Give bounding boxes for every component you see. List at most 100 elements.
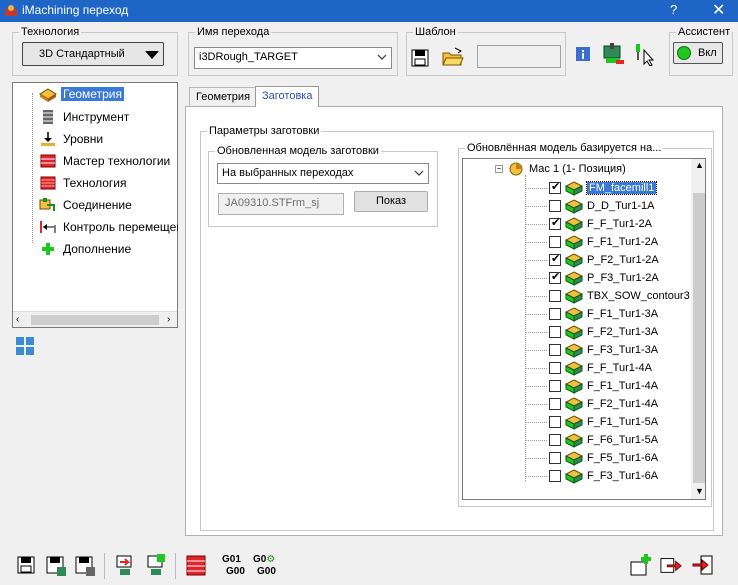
tree-hline	[525, 476, 547, 477]
based-on-item[interactable]: F_F3_Tur1-6A	[463, 467, 693, 485]
based-on-item[interactable]: F_F5_Tur1-6A	[463, 449, 693, 467]
open-folder-icon[interactable]	[441, 46, 465, 68]
info-icon[interactable]	[576, 47, 590, 61]
add-exit-icon[interactable]	[630, 553, 652, 577]
operation-icon	[565, 271, 583, 286]
scroll-left-icon[interactable]: ‹	[16, 314, 19, 325]
nav-item-levels[interactable]: Уровни	[13, 130, 178, 148]
item-checkbox[interactable]	[549, 452, 561, 464]
save-gcode-icon[interactable]	[74, 553, 96, 577]
based-on-item[interactable]: F_F_Tur1-2A	[463, 215, 693, 233]
nav-item-tool[interactable]: Инструмент	[13, 108, 178, 126]
technology-select[interactable]: 3D Стандартный	[22, 42, 164, 66]
based-on-item[interactable]: P_F3_Tur1-2A	[463, 269, 693, 287]
assistant-toggle[interactable]: Вкл	[673, 42, 723, 64]
based-on-item[interactable]: F_F3_Tur1-3A	[463, 341, 693, 359]
layout-grid-icon[interactable]	[16, 337, 34, 355]
item-checkbox[interactable]	[549, 470, 561, 482]
save-template-icon[interactable]	[410, 47, 432, 69]
item-checkbox[interactable]	[549, 362, 561, 374]
based-on-item[interactable]: FM_facemill1	[463, 179, 693, 197]
based-on-item[interactable]: F_F_Tur1-4A	[463, 359, 693, 377]
item-checkbox[interactable]	[549, 270, 561, 284]
nav-item-geometry[interactable]: Геометрия	[13, 86, 178, 104]
save-exit-icon[interactable]	[660, 553, 682, 577]
based-on-item[interactable]: D_D_Tur1-1A	[463, 197, 693, 215]
tool-cursor-icon[interactable]	[632, 42, 656, 66]
item-checkbox[interactable]	[549, 252, 561, 266]
based-on-item[interactable]: F_F2_Tur1-4A	[463, 395, 693, 413]
help-button[interactable]: ?	[670, 2, 677, 17]
operation-icon	[565, 253, 583, 268]
scroll-thumb[interactable]	[693, 193, 705, 483]
updated-model-mode-select[interactable]: На выбранных переходах	[217, 163, 429, 184]
operation-icon	[565, 433, 583, 448]
technology-label: Технология	[21, 26, 80, 38]
item-checkbox[interactable]	[549, 308, 561, 320]
nav-item-technology[interactable]: Технология	[13, 174, 178, 192]
technology-stack-icon[interactable]	[185, 553, 207, 577]
scroll-thumb[interactable]	[31, 315, 159, 325]
save-simulate-icon[interactable]	[145, 553, 167, 577]
item-checkbox[interactable]	[549, 398, 561, 410]
item-checkbox[interactable]	[549, 216, 561, 230]
based-on-item[interactable]: F_F1_Tur1-3A	[463, 305, 693, 323]
scroll-up-icon[interactable]: ▲	[695, 160, 704, 170]
scroll-right-icon[interactable]: ›	[167, 314, 170, 325]
simulate-icon[interactable]	[114, 553, 136, 577]
item-checkbox[interactable]	[549, 200, 561, 212]
based-on-item[interactable]: P_F2_Tur1-2A	[463, 251, 693, 269]
gcode-g01-button[interactable]: G01 G00	[222, 554, 245, 578]
item-checkbox[interactable]	[549, 290, 561, 302]
exit-icon[interactable]	[692, 553, 714, 577]
based-on-item-label: F_F_Tur1-2A	[587, 218, 653, 230]
tab-stock[interactable]: Заготовка	[255, 86, 320, 107]
nav-tree-hscrollbar[interactable]: ‹ ›	[13, 311, 177, 327]
save-icon[interactable]	[16, 553, 38, 577]
based-on-vscrollbar[interactable]: ▲ ▼	[691, 159, 705, 499]
based-on-item[interactable]: TBX_SOW_contour3	[463, 287, 693, 305]
template-field[interactable]	[477, 45, 561, 68]
collapse-toggle[interactable]: −	[495, 165, 503, 173]
toolbar-separator	[175, 553, 176, 579]
item-checkbox[interactable]	[549, 434, 561, 446]
item-checkbox[interactable]	[549, 344, 561, 356]
based-on-item[interactable]: F_F2_Tur1-3A	[463, 323, 693, 341]
nav-item-link[interactable]: Соединение	[13, 196, 178, 214]
nav-item-label: Мастер технологии	[63, 154, 171, 168]
based-on-item-label: F_F2_Tur1-3A	[587, 326, 659, 338]
scroll-down-icon[interactable]: ▼	[695, 486, 704, 496]
based-on-item[interactable]: F_F1_Tur1-4A	[463, 377, 693, 395]
tree-hline	[525, 278, 547, 279]
nav-item-motion-control[interactable]: Контроль перемещений	[13, 218, 178, 236]
machine-sim-icon[interactable]	[602, 42, 626, 66]
based-on-item[interactable]: F_F1_Tur1-5A	[463, 413, 693, 431]
stock-params-label: Параметры заготовки	[209, 125, 320, 137]
based-on-item-label: F_F1_Tur1-3A	[587, 308, 659, 320]
close-button[interactable]: ✕	[712, 0, 725, 20]
based-on-label: Обновлённая модель базируется на...	[467, 142, 662, 154]
item-checkbox[interactable]	[549, 326, 561, 338]
item-checkbox[interactable]	[549, 380, 561, 392]
nav-item-tech-wizard[interactable]: Мастер технологии	[13, 152, 178, 170]
operation-name-label: Имя перехода	[197, 26, 270, 38]
operation-icon	[565, 469, 583, 484]
item-checkbox[interactable]	[549, 416, 561, 428]
save-calculate-icon[interactable]	[45, 553, 67, 577]
gcode-bottom: G00	[257, 566, 276, 577]
show-button[interactable]: Показ	[354, 191, 428, 212]
tab-geometry[interactable]: Геометрия	[189, 87, 258, 106]
gcode-g0-button[interactable]: G0⚙ G00	[253, 554, 276, 578]
item-checkbox[interactable]	[549, 180, 561, 194]
nav-item-misc[interactable]: Дополнение	[13, 240, 178, 258]
tree-hline	[525, 296, 547, 297]
item-checkbox[interactable]	[549, 236, 561, 248]
based-on-item[interactable]: F_F1_Tur1-2A	[463, 233, 693, 251]
link-icon	[39, 198, 55, 211]
based-on-item-label: F_F1_Tur1-2A	[587, 236, 659, 248]
operation-name-combo[interactable]: i3DRough_TARGET	[194, 47, 392, 69]
based-on-item[interactable]: F_F6_Tur1-5A	[463, 431, 693, 449]
tree-hline	[525, 224, 547, 225]
based-on-item-label: F_F2_Tur1-4A	[587, 398, 659, 410]
nav-item-label: Геометрия	[61, 87, 124, 101]
